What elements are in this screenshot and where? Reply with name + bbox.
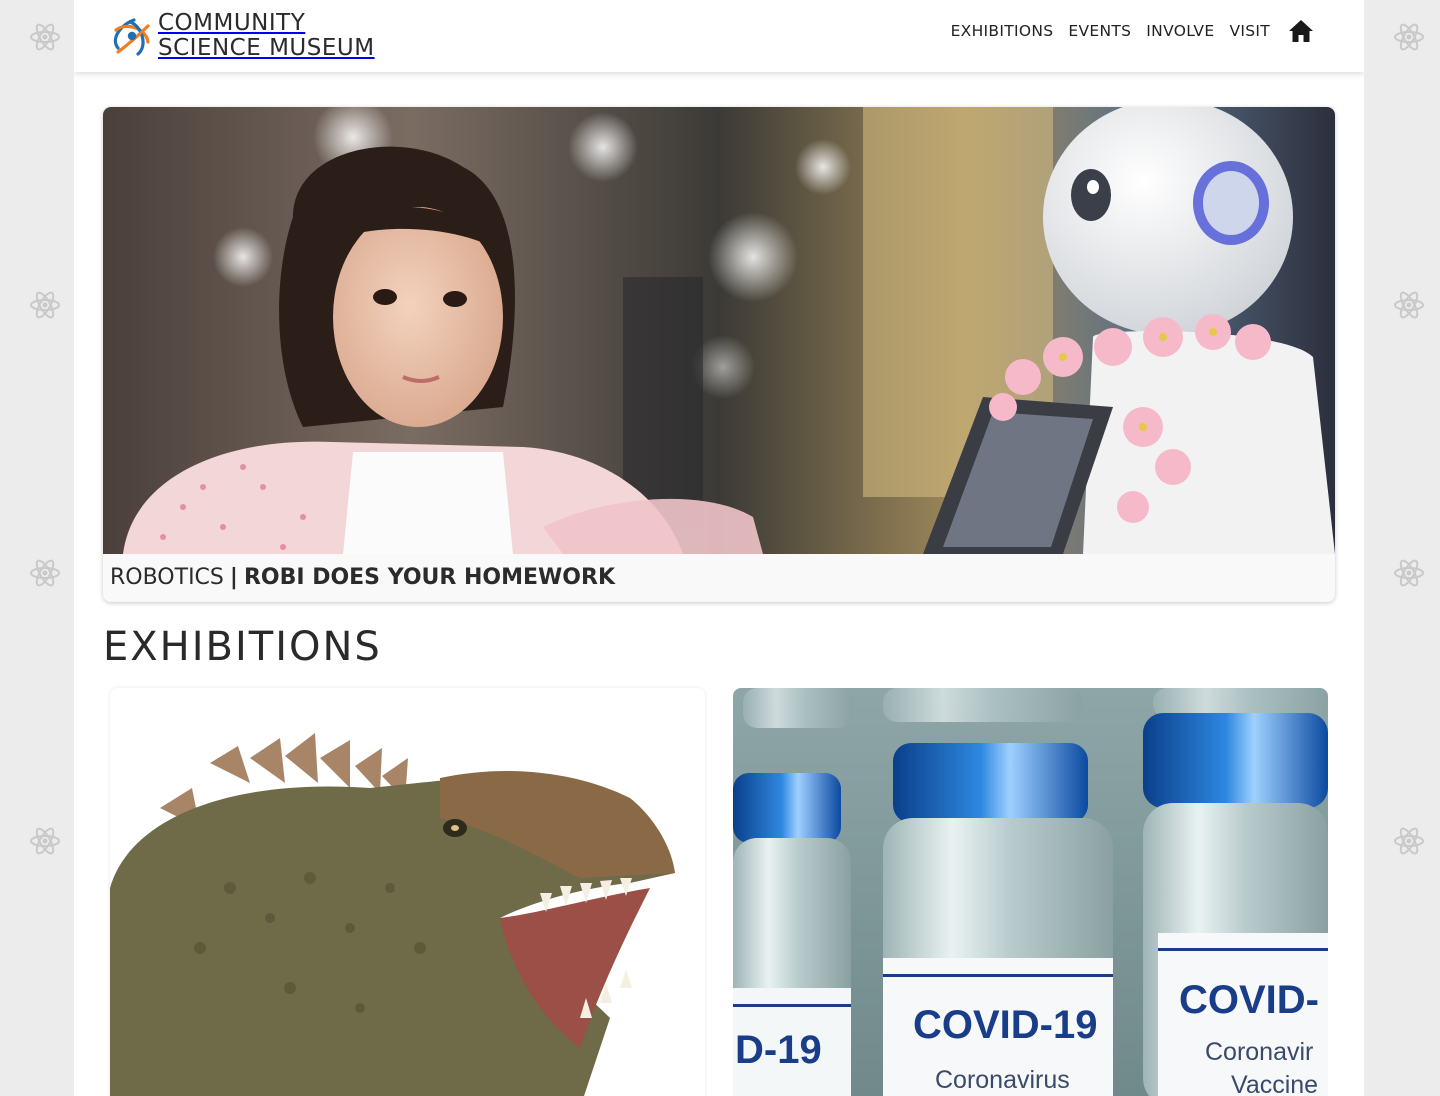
vial-label-right-sub1: Coronavir: [1205, 1038, 1313, 1066]
exhibition-card-vaccines[interactable]: D-19 COVID-19 Coronavirus COVID- Coronav…: [733, 688, 1328, 1096]
site-logo-link[interactable]: COMMUNITY SCIENCE MUSEUM: [108, 10, 375, 62]
hero-caption: ROBOTICS | ROBI DOES YOUR HOMEWORK: [103, 554, 1335, 602]
atom-logo-icon: [113, 18, 150, 56]
featured-exhibit-card[interactable]: ROBOTICS | ROBI DOES YOUR HOMEWORK: [103, 107, 1335, 602]
vial-label-center-sub: Coronavirus: [935, 1066, 1070, 1094]
vial-label-center-main: COVID-19: [913, 1003, 1098, 1047]
nav-item-visit[interactable]: VISIT: [1229, 22, 1270, 40]
exhibition-card-dinosaur[interactable]: [110, 688, 705, 1096]
dinosaur-photo: [110, 688, 705, 1096]
vial-label-left: D-19: [735, 1028, 822, 1072]
home-icon[interactable]: [1288, 18, 1314, 44]
hero-category: ROBOTICS: [110, 565, 224, 590]
atom-icon: [1394, 559, 1424, 587]
left-decoration: [0, 0, 74, 1096]
nav-item-exhibitions[interactable]: EXHIBITIONS: [951, 22, 1054, 40]
atom-icon: [30, 291, 60, 319]
logo-wordmark: COMMUNITY SCIENCE MUSEUM: [158, 11, 375, 61]
site-header: COMMUNITY SCIENCE MUSEUM EXHIBITIONS EVE…: [74, 0, 1364, 72]
atom-icon: [1394, 23, 1424, 51]
hero-caption-separator: |: [229, 565, 238, 590]
right-decoration: [1366, 0, 1440, 1096]
hero-photo: [103, 107, 1335, 554]
page-content: COMMUNITY SCIENCE MUSEUM EXHIBITIONS EVE…: [74, 0, 1364, 1096]
atom-icon: [30, 827, 60, 855]
atom-icon: [1394, 291, 1424, 319]
atom-icon: [30, 559, 60, 587]
vial-label-right-sub2: Vaccine: [1231, 1071, 1318, 1096]
vial-label-right-main: COVID-: [1179, 978, 1319, 1022]
nav-item-involve[interactable]: INVOLVE: [1146, 22, 1214, 40]
exhibitions-heading: EXHIBITIONS: [103, 624, 382, 670]
atom-icon: [30, 23, 60, 51]
vaccine-vials-photo: D-19 COVID-19 Coronavirus COVID- Coronav…: [733, 688, 1328, 1096]
hero-title: ROBI DOES YOUR HOMEWORK: [243, 565, 615, 590]
main-nav: EXHIBITIONS EVENTS INVOLVE VISIT: [936, 18, 1314, 44]
logo-line-2: SCIENCE MUSEUM: [158, 35, 375, 61]
atom-icon: [1394, 827, 1424, 855]
logo-line-1: COMMUNITY: [158, 10, 306, 36]
nav-item-events[interactable]: EVENTS: [1068, 22, 1131, 40]
